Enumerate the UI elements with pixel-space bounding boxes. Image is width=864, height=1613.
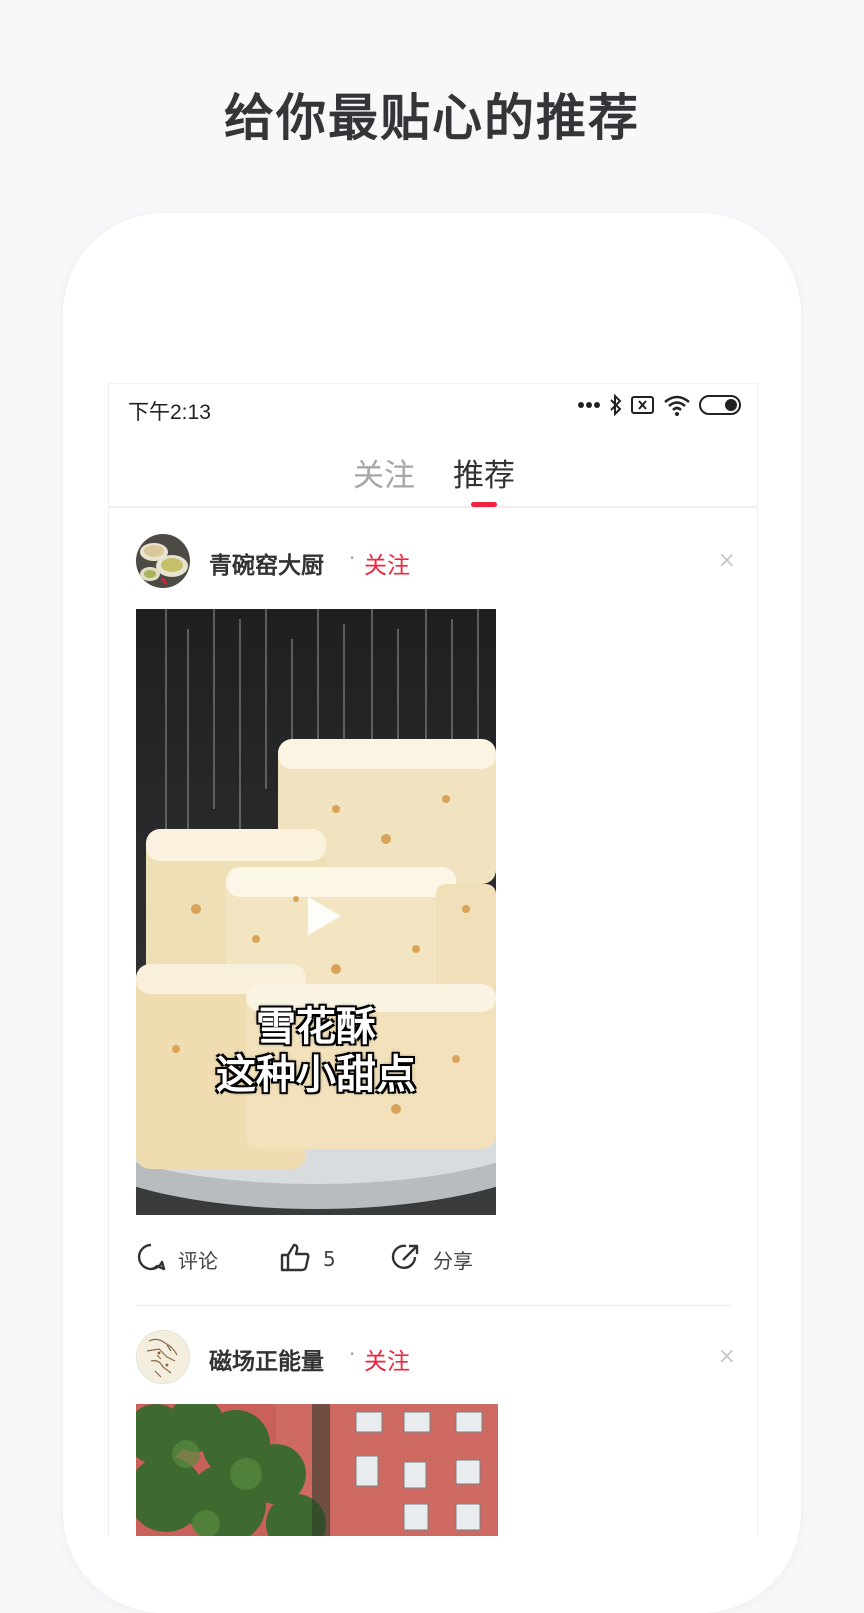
status-icons (577, 394, 741, 416)
battery-icon (699, 395, 741, 415)
feed-post: 磁场正能量 · 关注 × (109, 1330, 757, 1536)
share-label: 分享 (433, 1248, 473, 1273)
avatar[interactable] (136, 1330, 190, 1384)
status-time: 下午2:13 (128, 401, 211, 424)
bluetooth-icon (609, 394, 623, 416)
thumbs-up-icon (279, 1242, 311, 1277)
feed-post: 青碗窑大厨 · 关注 × 雪花酥 这种小甜点 评论 5 分享 (109, 534, 757, 1306)
author-name[interactable]: 青碗窑大厨 (209, 546, 324, 580)
post-divider (136, 1305, 732, 1306)
video-thumbnail[interactable]: 雪花酥 这种小甜点 (136, 609, 496, 1215)
page-headline: 给你最贴心的推荐 (224, 89, 640, 147)
comment-button[interactable]: 评论 (136, 1242, 279, 1277)
share-icon (391, 1242, 421, 1277)
comment-icon (136, 1242, 166, 1277)
follow-button[interactable]: 关注 (364, 1342, 410, 1376)
phone-screen: 下午2:13 关注 推荐 青碗窑大厨 · 关注 × 雪花酥 这种小甜点 评论 5… (108, 383, 758, 1536)
post-header: 磁场正能量 · 关注 × (136, 1330, 736, 1386)
post-image[interactable] (136, 1404, 498, 1536)
video-caption-line2: 这种小甜点 (216, 1052, 416, 1098)
close-icon[interactable]: × (718, 548, 736, 573)
separator-dot: · (349, 546, 356, 570)
like-button[interactable]: 5 (279, 1242, 391, 1277)
tab-recommend[interactable]: 推荐 (453, 434, 515, 507)
top-tabs: 关注 推荐 (109, 434, 757, 508)
no-sim-icon (631, 395, 655, 415)
follow-button[interactable]: 关注 (364, 546, 410, 580)
close-icon[interactable]: × (718, 1344, 736, 1369)
avatar[interactable] (136, 534, 190, 588)
like-count: 5 (323, 1247, 336, 1271)
wifi-icon (663, 394, 691, 416)
post-actions: 评论 5 分享 (136, 1239, 736, 1279)
more-dots-icon (577, 401, 601, 409)
comment-label: 评论 (178, 1248, 218, 1273)
author-name[interactable]: 磁场正能量 (209, 1342, 324, 1376)
status-bar: 下午2:13 (109, 384, 757, 432)
post-header: 青碗窑大厨 · 关注 × (136, 534, 736, 590)
play-icon[interactable] (296, 892, 346, 942)
separator-dot: · (349, 1342, 356, 1366)
share-button[interactable]: 分享 (391, 1242, 473, 1277)
tab-follow[interactable]: 关注 (353, 434, 415, 506)
